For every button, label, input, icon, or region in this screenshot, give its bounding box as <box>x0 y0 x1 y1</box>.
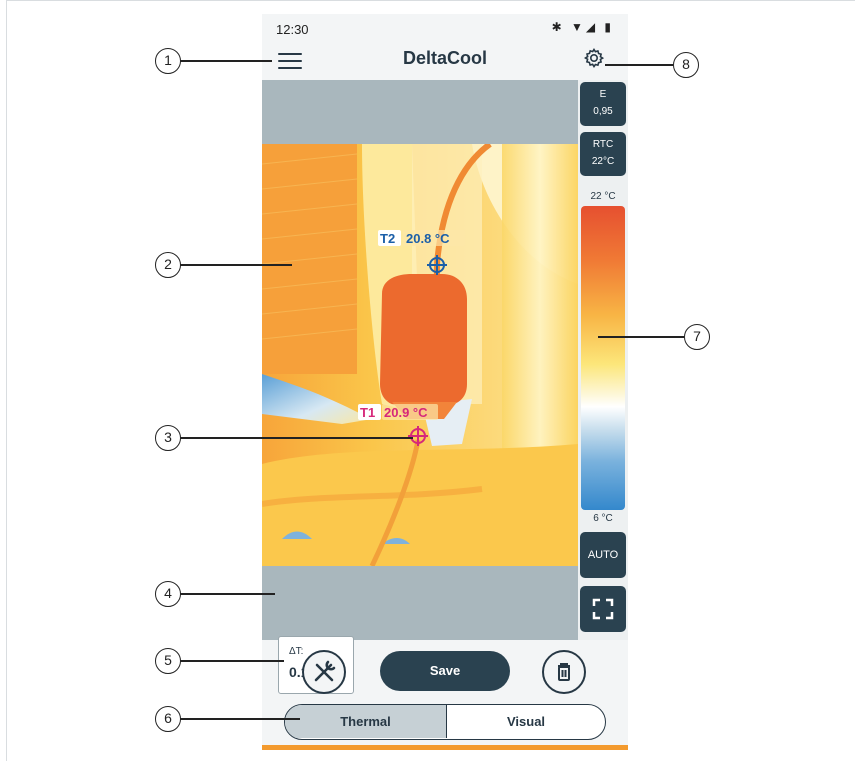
frame-top-border <box>6 0 855 1</box>
scale-max-label: 22 °C <box>590 191 616 202</box>
callout-line-3 <box>180 437 413 439</box>
app-bar: DeltaCool <box>262 42 628 80</box>
marker-t2-temp: 20.8 °C <box>406 231 450 246</box>
marker-t1-temp: 20.9 °C <box>384 405 428 420</box>
fullscreen-button[interactable] <box>580 586 626 632</box>
marker-t1-id: T1 <box>360 405 375 420</box>
delete-button[interactable] <box>542 650 586 694</box>
save-button[interactable]: Save <box>380 651 510 691</box>
callout-line-4 <box>180 593 275 595</box>
right-panel: E 0,95 RTC 22°C 22 °C 6 °C AUTO <box>578 80 628 640</box>
tab-visual[interactable]: Visual <box>447 705 605 738</box>
status-time: 12:30 <box>276 22 309 37</box>
callout-4: 4 <box>155 581 181 607</box>
fullscreen-icon <box>592 598 614 620</box>
emissivity-button[interactable]: E 0,95 <box>580 82 626 126</box>
trash-icon <box>558 663 570 681</box>
status-bar: 12:30 ✱ ▼◢ ▮ <box>262 14 628 42</box>
thermal-view[interactable]: T2 20.8 °C T1 20.9 °C ΔT: 0.1 <box>262 80 578 694</box>
rtc-label: RTC <box>592 139 614 150</box>
status-icons: ✱ ▼◢ ▮ <box>551 20 614 34</box>
mode-toggle: Thermal Visual <box>284 704 606 740</box>
callout-line-7 <box>598 336 684 338</box>
tab-thermal[interactable]: Thermal <box>285 705 447 738</box>
tools-icon <box>314 660 336 682</box>
emissivity-label: E <box>599 89 607 100</box>
action-row: Save <box>262 640 628 700</box>
callout-line-5 <box>180 660 284 662</box>
callout-1: 1 <box>155 48 181 74</box>
tools-button[interactable] <box>302 650 346 694</box>
marker-t2-id: T2 <box>380 231 395 246</box>
gear-icon[interactable] <box>582 46 606 70</box>
callout-3: 3 <box>155 425 181 451</box>
rtc-button[interactable]: RTC 22°C <box>580 132 626 176</box>
callout-2: 2 <box>155 252 181 278</box>
bottom-accent-bar <box>262 745 628 750</box>
callout-6: 6 <box>155 706 181 732</box>
callout-line-2 <box>180 264 292 266</box>
phone-screen: 12:30 ✱ ▼◢ ▮ DeltaCool T2 20.8 °C T1 20.… <box>262 14 628 750</box>
scale-min-label: 6 °C <box>593 513 613 524</box>
callout-line-6 <box>180 718 300 720</box>
color-scale-bar[interactable] <box>581 206 625 510</box>
callout-line-1 <box>180 60 272 62</box>
rtc-value: 22°C <box>591 156 615 167</box>
callout-7: 7 <box>684 324 710 350</box>
callout-8: 8 <box>673 52 699 78</box>
callout-5: 5 <box>155 648 181 674</box>
callout-line-8 <box>605 64 673 66</box>
app-title: DeltaCool <box>402 48 487 68</box>
thermal-image[interactable]: T2 20.8 °C T1 20.9 °C <box>262 144 578 566</box>
auto-scale-button[interactable]: AUTO <box>580 532 626 578</box>
emissivity-value: 0,95 <box>593 106 613 117</box>
frame-left-border <box>6 0 7 761</box>
